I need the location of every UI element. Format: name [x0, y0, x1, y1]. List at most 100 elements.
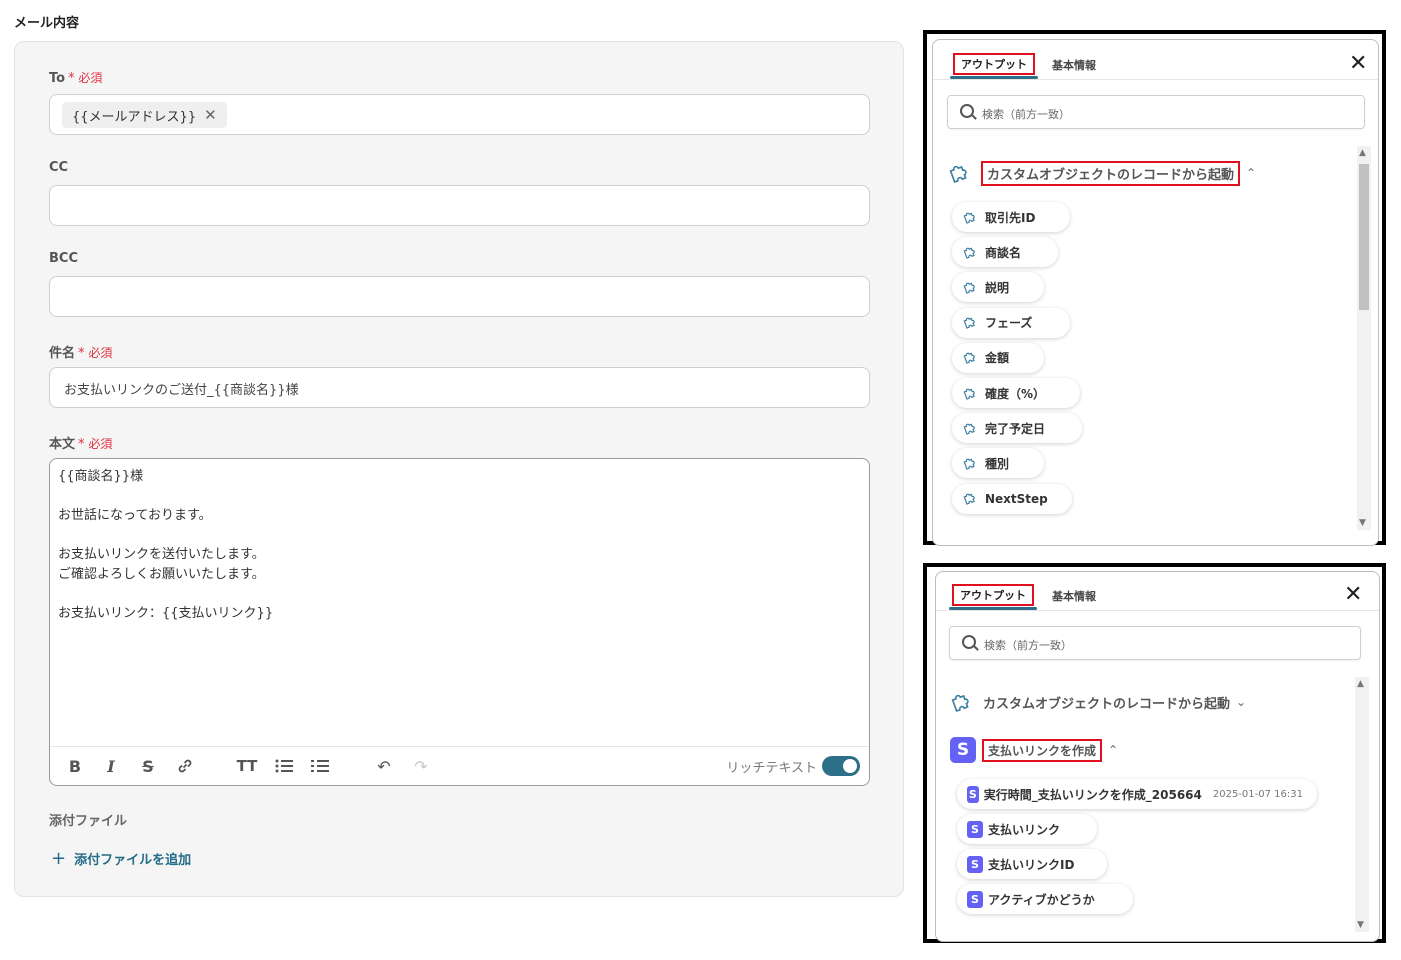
scroll-up-arrow[interactable]: ▲	[1359, 148, 1366, 158]
bullet-list-icon[interactable]	[273, 755, 295, 777]
group-title: 支払いリンクを作成	[982, 738, 1103, 762]
close-icon[interactable]: ✕	[1349, 53, 1367, 75]
search-input[interactable]: 検索（前方一致）	[949, 626, 1361, 660]
search-placeholder: 検索（前方一致）	[982, 108, 1070, 121]
subject-field[interactable]: お支払いリンクのご送付_{{商談名}}様	[49, 367, 870, 408]
stripe-icon: S	[950, 737, 976, 763]
scroll-down-arrow[interactable]: ▼	[1357, 920, 1364, 930]
output-item[interactable]: S アクティブかどうか	[957, 884, 1133, 914]
body-label: 本文 * 必須	[49, 437, 113, 452]
group-title-collapsed: カスタムオブジェクトのレコードから起動	[983, 696, 1231, 712]
body-line: お支払いリンクを送付いたします。	[58, 547, 265, 562]
scroll-thumb[interactable]	[1359, 164, 1369, 310]
output-item-label: 商談名	[985, 245, 1022, 260]
output-item[interactable]: NextStep	[952, 483, 1072, 514]
cc-field[interactable]	[49, 185, 870, 226]
output-item-label: 説明	[985, 280, 1010, 295]
scroll-down-arrow[interactable]: ▼	[1359, 518, 1366, 528]
output-item-label: 金額	[985, 351, 1010, 366]
tab-divider	[936, 610, 1379, 611]
output-item-label: 支払いリンク	[988, 822, 1061, 837]
output-item[interactable]: 取引先ID	[952, 202, 1070, 232]
output-item[interactable]: S 支払いリンク	[957, 814, 1097, 844]
output-panel-bottom: アウトプット 基本情報 ✕ 検索（前方一致） カスタムオブジェクトのレコードから…	[923, 563, 1386, 943]
tab-basic-info[interactable]: 基本情報	[1052, 57, 1096, 73]
subject-value: お支払いリンクのご送付_{{商談名}}様	[64, 383, 299, 398]
puzzle-icon	[962, 383, 980, 404]
group-header-custom-object[interactable]: カスタムオブジェクトのレコードから起動 ⌃	[947, 157, 1256, 189]
close-icon[interactable]: ✕	[204, 106, 217, 124]
output-item[interactable]: 種別	[952, 448, 1044, 479]
text-size-icon[interactable]: TT	[236, 755, 258, 777]
body-text: {{商談名}}様 お世話になっております。 お支払いリンクを送付いたします。 ご…	[58, 467, 273, 623]
output-item[interactable]: フェーズ	[952, 307, 1070, 338]
output-item[interactable]: S 支払いリンクID	[957, 849, 1107, 879]
output-item[interactable]: 説明	[952, 272, 1044, 303]
puzzle-icon	[962, 418, 980, 439]
close-icon[interactable]: ✕	[1344, 584, 1362, 606]
tab-output[interactable]: アウトプット	[953, 53, 1035, 75]
body-editor[interactable]: {{商談名}}様 お世話になっております。 お支払いリンクを送付いたします。 ご…	[49, 458, 870, 786]
chevron-down-icon[interactable]: ⌄	[1236, 695, 1246, 709]
puzzle-icon	[947, 157, 975, 189]
bcc-label: BCC	[49, 251, 78, 266]
output-item-label: 種別	[985, 456, 1010, 471]
stripe-icon: S	[967, 855, 983, 873]
bold-icon[interactable]: B	[64, 755, 86, 777]
scroll-up-arrow[interactable]: ▲	[1357, 679, 1364, 689]
chevron-up-icon[interactable]: ⌃	[1108, 743, 1118, 757]
strikethrough-icon[interactable]: S	[137, 755, 159, 777]
undo-icon[interactable]: ↶	[373, 755, 395, 777]
output-item[interactable]: S 実行時間_支払いリンクを作成_205664 2025-01-07 16:31	[957, 779, 1317, 809]
link-icon[interactable]	[174, 755, 196, 777]
search-icon	[960, 104, 974, 118]
editor-toolbar: B I S TT ↶ ↷ リッチテキスト	[50, 746, 869, 785]
output-item-label: 取引先ID	[985, 210, 1036, 225]
output-item[interactable]: 商談名	[952, 237, 1058, 268]
output-item-label: 確度（%）	[985, 386, 1046, 401]
to-chip: {{メールアドレス}} ✕	[62, 102, 227, 128]
bcc-field[interactable]	[49, 276, 870, 317]
add-attachment-button[interactable]: + 添付ファイルを追加	[51, 848, 191, 869]
to-field[interactable]: {{メールアドレス}} ✕	[49, 94, 870, 135]
subject-label: 件名 * 必須	[49, 346, 113, 361]
italic-icon[interactable]: I	[100, 755, 122, 777]
body-line: ご確認よろしくお願いいたします。	[58, 566, 265, 582]
search-placeholder: 検索（前方一致）	[984, 639, 1072, 652]
output-item-timestamp: 2025-01-07 16:31	[1212, 788, 1303, 800]
output-item[interactable]: 確度（%）	[952, 378, 1080, 408]
tab-divider	[933, 79, 1378, 80]
output-item-label: フェーズ	[985, 316, 1033, 331]
search-input[interactable]: 検索（前方一致）	[947, 95, 1365, 129]
numbered-list-icon[interactable]	[309, 755, 331, 777]
output-panel-top-inner: アウトプット 基本情報 ✕ 検索（前方一致） カスタムオブジェクトのレコードから…	[932, 39, 1379, 546]
output-item-label: NextStep	[985, 491, 1048, 506]
redo-icon[interactable]: ↷	[410, 755, 432, 777]
scrollbar[interactable]: ▲ ▼	[1355, 677, 1369, 932]
tab-basic-info[interactable]: 基本情報	[1052, 588, 1096, 604]
rich-text-toggle[interactable]	[822, 756, 860, 776]
output-panel-bottom-inner: アウトプット 基本情報 ✕ 検索（前方一致） カスタムオブジェクトのレコードから…	[935, 571, 1380, 942]
body-line	[58, 584, 273, 604]
body-line	[58, 526, 273, 546]
chevron-up-icon[interactable]: ⌃	[1246, 166, 1256, 180]
rich-text-label: リッチテキスト	[726, 761, 817, 776]
to-chip-label: {{メールアドレス}}	[72, 109, 197, 125]
output-item-label: 実行時間_支払いリンクを作成_205664	[983, 787, 1202, 802]
body-line: お支払いリンク：{{支払いリンク}}	[58, 605, 274, 621]
output-item[interactable]: 金額	[952, 342, 1044, 373]
puzzle-icon	[962, 347, 980, 368]
puzzle-icon	[962, 242, 980, 263]
cc-label: CC	[49, 160, 69, 175]
scrollbar[interactable]: ▲ ▼	[1357, 146, 1371, 530]
output-item-label: 支払いリンクID	[988, 857, 1075, 872]
output-item[interactable]: 完了予定日	[952, 413, 1082, 444]
to-label: To * 必須	[49, 71, 103, 86]
stripe-icon: S	[967, 890, 983, 908]
stripe-icon: S	[967, 785, 979, 803]
attachment-label: 添付ファイル	[49, 814, 128, 829]
puzzle-icon	[962, 312, 980, 333]
group-header-custom-object[interactable]: カスタムオブジェクトのレコードから起動 ⌄	[949, 686, 1246, 718]
group-header-payment-link[interactable]: S 支払いリンクを作成 ⌃	[950, 737, 1118, 763]
tab-output[interactable]: アウトプット	[952, 584, 1034, 606]
